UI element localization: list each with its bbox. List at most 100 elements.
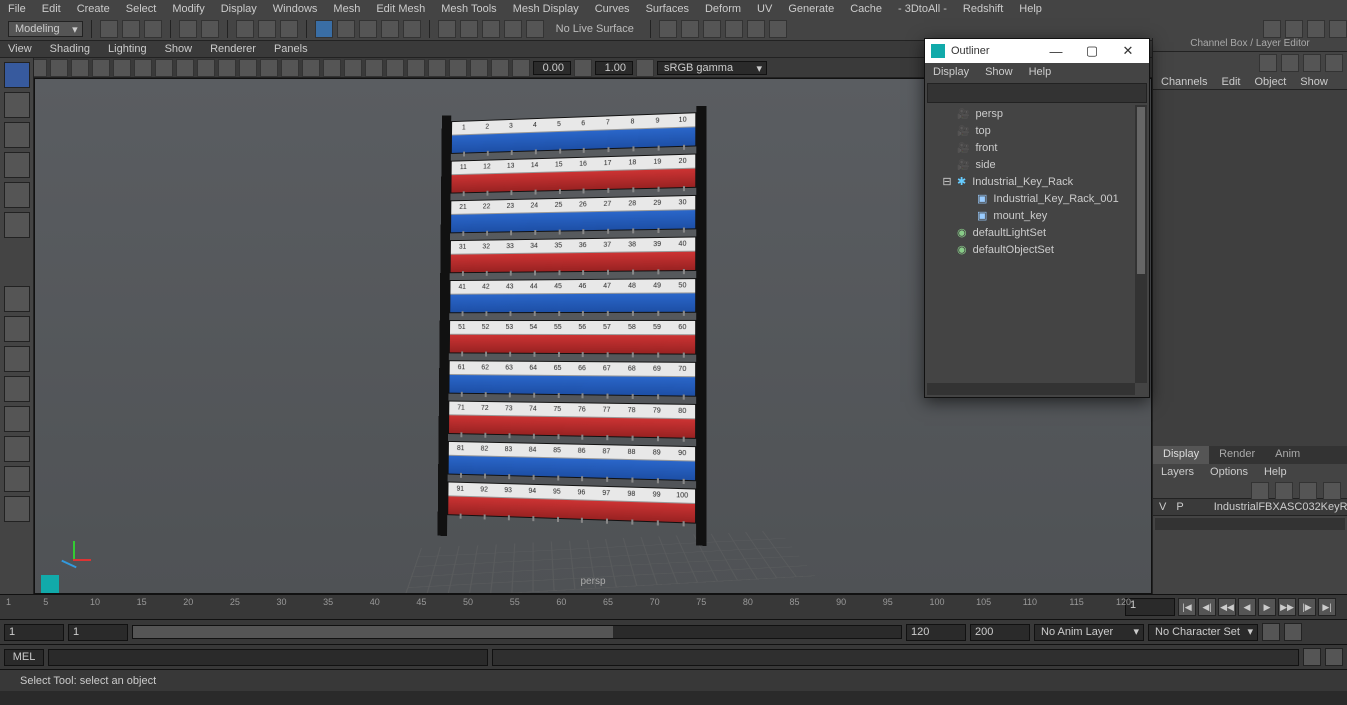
menu-mesh-tools[interactable]: Mesh Tools xyxy=(441,3,496,15)
close-button[interactable]: ✕ xyxy=(1113,43,1143,59)
vp-isolate-icon[interactable] xyxy=(449,59,467,77)
snap-live-icon[interactable] xyxy=(403,20,421,38)
script-editor-icon[interactable] xyxy=(1303,648,1321,666)
command-input[interactable] xyxy=(48,649,488,666)
snap-curve-icon[interactable] xyxy=(337,20,355,38)
menu-surfaces[interactable]: Surfaces xyxy=(646,3,689,15)
outliner-item-industrial_key_rack[interactable]: ⊟Industrial_Key_Rack xyxy=(927,173,1135,190)
vp-textured-icon[interactable] xyxy=(302,59,320,77)
save-scene-icon[interactable] xyxy=(144,20,162,38)
undo-icon[interactable] xyxy=(179,20,197,38)
outliner-item-side[interactable]: side xyxy=(927,156,1135,173)
menu-select[interactable]: Select xyxy=(126,3,157,15)
layout-more-icon[interactable] xyxy=(4,496,30,522)
go-to-end-button[interactable]: ▶| xyxy=(1318,598,1336,616)
construction-history-icon[interactable] xyxy=(482,20,500,38)
layout-two-h-icon[interactable] xyxy=(4,346,30,372)
step-back-button[interactable]: ◀◀ xyxy=(1218,598,1236,616)
vp-gamma-icon[interactable] xyxy=(574,59,592,77)
step-back-key-button[interactable]: ◀| xyxy=(1198,598,1216,616)
panel-layout-3-icon[interactable] xyxy=(1307,20,1325,38)
auto-key-icon[interactable] xyxy=(1262,623,1280,641)
vp-exposure-field[interactable]: 0.00 xyxy=(533,61,571,75)
outliner-item-defaultobjectset[interactable]: defaultObjectSet xyxy=(927,241,1135,258)
menu-edit-mesh[interactable]: Edit Mesh xyxy=(376,3,425,15)
menu-uv[interactable]: UV xyxy=(757,3,772,15)
range-slider[interactable]: 1 1 120 200 No Anim Layer No Character S… xyxy=(0,619,1347,644)
cb-menu-object[interactable]: Object xyxy=(1254,76,1286,88)
layer-menu-help[interactable]: Help xyxy=(1264,466,1287,478)
vp-gamma-field[interactable]: 1.00 xyxy=(595,61,633,75)
history-on-icon[interactable] xyxy=(438,20,456,38)
layout-three-icon[interactable] xyxy=(4,406,30,432)
layer-tab-render[interactable]: Render xyxy=(1209,446,1265,464)
layer-horizontal-scrollbar[interactable] xyxy=(1155,518,1345,530)
vp-field-chart-icon[interactable] xyxy=(197,59,215,77)
menu-generate[interactable]: Generate xyxy=(788,3,834,15)
cb-menu-channels[interactable]: Channels xyxy=(1161,76,1207,88)
menu-mesh[interactable]: Mesh xyxy=(333,3,360,15)
outliner-menu-display[interactable]: Display xyxy=(933,66,969,78)
layer-menu-layers[interactable]: Layers xyxy=(1161,466,1194,478)
current-frame-field[interactable]: 1 xyxy=(1125,598,1175,616)
menu-help[interactable]: Help xyxy=(1019,3,1042,15)
rotate-tool[interactable] xyxy=(4,182,30,208)
outliner-item-top[interactable]: top xyxy=(927,122,1135,139)
vp-resolution-gate-icon[interactable] xyxy=(155,59,173,77)
outliner-menu-show[interactable]: Show xyxy=(985,66,1013,78)
open-scene-icon[interactable] xyxy=(122,20,140,38)
display-layer-row[interactable]: V P IndustrialFBXASC032KeyR xyxy=(1153,498,1347,516)
outliner-item-defaultlightset[interactable]: defaultLightSet xyxy=(927,224,1135,241)
layer-move-down-icon[interactable] xyxy=(1275,482,1293,500)
menu-mesh-display[interactable]: Mesh Display xyxy=(513,3,579,15)
layer-visible-toggle[interactable]: V xyxy=(1159,501,1166,513)
vp-ao-icon[interactable] xyxy=(365,59,383,77)
panel-layout-4-icon[interactable] xyxy=(1329,20,1347,38)
layer-tab-display[interactable]: Display xyxy=(1153,446,1209,464)
attribute-editor-icon[interactable] xyxy=(1281,54,1299,72)
step-forward-key-button[interactable]: |▶ xyxy=(1298,598,1316,616)
history-off-icon[interactable] xyxy=(460,20,478,38)
menu--3dtoall-[interactable]: - 3DtoAll - xyxy=(898,3,947,15)
layer-playback-toggle[interactable]: P xyxy=(1176,501,1183,513)
anim-layer-dropdown[interactable]: No Anim Layer xyxy=(1034,624,1144,641)
vp-safe-title-icon[interactable] xyxy=(239,59,257,77)
outliner-item-persp[interactable]: persp xyxy=(927,105,1135,122)
workspace-mode-dropdown[interactable]: Modeling xyxy=(8,21,83,37)
layer-move-up-icon[interactable] xyxy=(1251,482,1269,500)
outliner-horizontal-scrollbar[interactable] xyxy=(927,383,1135,395)
minimize-button[interactable]: — xyxy=(1041,44,1071,59)
snap-grid-icon[interactable] xyxy=(315,20,333,38)
vp-shaded-icon[interactable] xyxy=(281,59,299,77)
select-tool[interactable] xyxy=(4,62,30,88)
redo-icon[interactable] xyxy=(201,20,219,38)
range-handle[interactable] xyxy=(133,626,613,638)
range-track[interactable] xyxy=(132,625,902,639)
layout-custom-icon[interactable] xyxy=(4,466,30,492)
menu-cache[interactable]: Cache xyxy=(850,3,882,15)
script-language-toggle[interactable]: MEL xyxy=(4,649,44,666)
lasso-select-icon[interactable] xyxy=(258,20,276,38)
modeling-toolkit-icon[interactable] xyxy=(1325,54,1343,72)
hypershade-icon[interactable] xyxy=(747,20,765,38)
layout-two-v-icon[interactable] xyxy=(4,376,30,402)
menu-create[interactable]: Create xyxy=(77,3,110,15)
panel-menu-lighting[interactable]: Lighting xyxy=(108,43,147,55)
panel-menu-show[interactable]: Show xyxy=(165,43,193,55)
outliner-search-field[interactable] xyxy=(927,83,1147,103)
panel-menu-view[interactable]: View xyxy=(8,43,32,55)
paint-select-icon[interactable] xyxy=(280,20,298,38)
play-backward-button[interactable]: ◀ xyxy=(1238,598,1256,616)
layout-outliner-icon[interactable] xyxy=(4,436,30,462)
menu-modify[interactable]: Modify xyxy=(172,3,204,15)
vp-colorspace-dropdown[interactable]: sRGB gamma xyxy=(657,61,767,75)
panel-menu-shading[interactable]: Shading xyxy=(50,43,90,55)
render-frame-icon[interactable] xyxy=(681,20,699,38)
vp-xray-icon[interactable] xyxy=(470,59,488,77)
step-forward-button[interactable]: ▶▶ xyxy=(1278,598,1296,616)
playblast-icon[interactable] xyxy=(769,20,787,38)
panel-layout-1-icon[interactable] xyxy=(1263,20,1281,38)
panel-menu-panels[interactable]: Panels xyxy=(274,43,308,55)
select-mode-icon[interactable] xyxy=(236,20,254,38)
vp-gate-mask-icon[interactable] xyxy=(176,59,194,77)
